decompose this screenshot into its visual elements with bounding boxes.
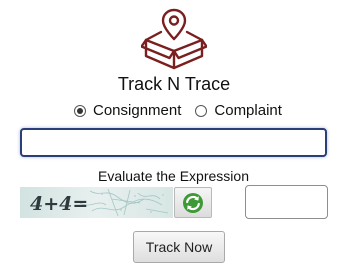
radio-consignment-button[interactable] — [74, 104, 86, 117]
captcha-expression: 4+4= — [30, 193, 88, 215]
captcha-image: 4+4= — [20, 187, 173, 218]
refresh-arrows-icon — [183, 192, 203, 213]
radio-complaint-label: Complaint — [214, 102, 282, 119]
radio-complaint[interactable]: Complaint — [195, 102, 282, 119]
tracking-type-radio-group: Consignment Complaint — [74, 102, 282, 119]
package-location-pin-icon — [141, 8, 207, 70]
tracking-number-input[interactable] — [20, 128, 327, 157]
captcha-answer-input[interactable] — [245, 185, 328, 219]
refresh-captcha-button[interactable] — [174, 187, 212, 218]
radio-complaint-button[interactable] — [195, 104, 208, 117]
radio-consignment[interactable]: Consignment — [74, 102, 181, 119]
captcha-label: Evaluate the Expression — [98, 168, 249, 184]
track-and-trace-form: Track N Trace Consignment Complaint Eval… — [0, 0, 342, 271]
track-now-button[interactable]: Track Now — [133, 231, 225, 263]
page-title: Track N Trace — [117, 74, 231, 94]
radio-consignment-label: Consignment — [93, 102, 182, 119]
